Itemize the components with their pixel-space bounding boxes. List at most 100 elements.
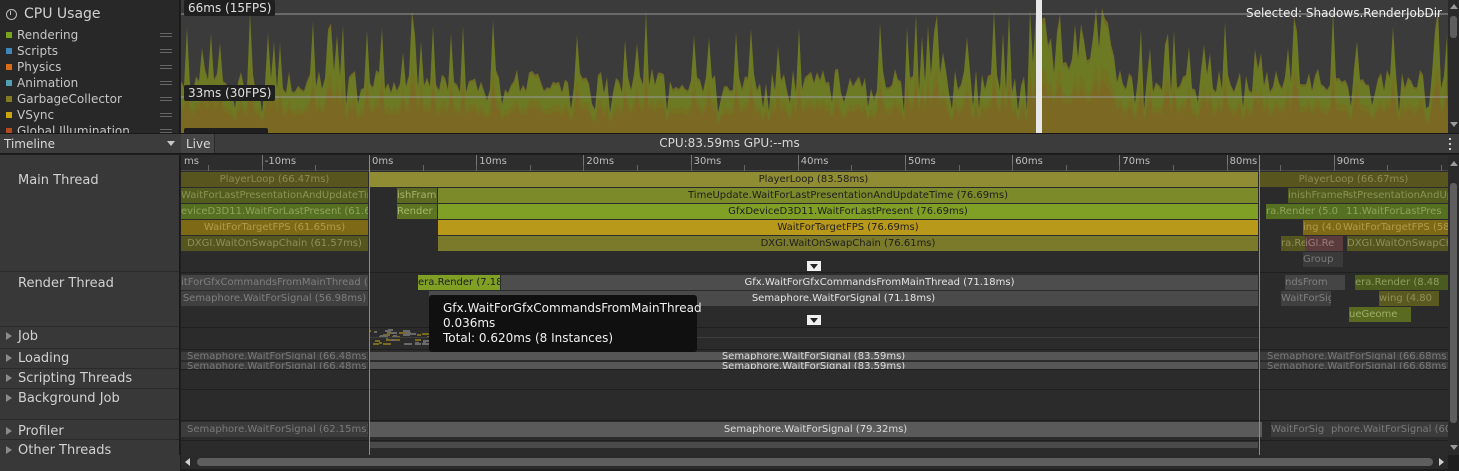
sample-bar-timeupdate[interactable]: TimeUpdate.WaitForLastPresentationAndUpd… — [438, 188, 1258, 203]
scroll-left-icon[interactable] — [185, 458, 190, 466]
legend-item-animation[interactable]: Animation — [6, 75, 176, 91]
more-options-icon[interactable] — [1447, 137, 1453, 151]
drag-handle-icon[interactable] — [160, 33, 172, 37]
sample-bar-drawing-next[interactable]: wing (4.80 — [1379, 291, 1439, 306]
job-sample[interactable] — [374, 331, 377, 333]
sample-bar-loading-prev-2[interactable]: Semaphore.WaitForSignal (66.48ms) — [181, 362, 368, 369]
drag-handle-icon[interactable] — [160, 49, 172, 53]
job-sample[interactable] — [405, 332, 411, 334]
job-sample[interactable] — [373, 343, 379, 345]
legend-item-physics[interactable]: Physics — [6, 59, 176, 75]
sample-bar-swapchain-prev[interactable]: DXGI.WaitOnSwapChain (61.57ms) — [181, 236, 368, 251]
sample-bar-timeupdate-next[interactable]: stPresentationAndUpd — [1348, 188, 1448, 203]
job-sample[interactable] — [386, 339, 391, 341]
drag-handle-icon[interactable] — [160, 113, 172, 117]
thread-main[interactable]: Main Thread — [0, 155, 179, 272]
expand-arrow-icon[interactable] — [6, 427, 12, 435]
scrollbar-thumb[interactable] — [1450, 183, 1457, 423]
drag-handle-icon[interactable] — [160, 81, 172, 85]
chart-vertical-scrollbar[interactable] — [1448, 0, 1459, 133]
job-sample[interactable] — [417, 334, 421, 336]
sample-bar-gfxdevice[interactable]: GfxDeviceD3D11.WaitForLastPresent (76.69… — [438, 204, 1258, 219]
expand-samples-icon[interactable] — [807, 315, 821, 325]
scroll-down-icon[interactable] — [1450, 122, 1458, 127]
job-sample[interactable] — [383, 343, 391, 345]
drag-handle-icon[interactable] — [160, 97, 172, 101]
expand-arrow-icon[interactable] — [6, 446, 12, 454]
thread-other[interactable]: Other Threads — [0, 440, 179, 455]
sample-bar-profiler-next-2[interactable]: phore.WaitForSignal (60.5 — [1331, 422, 1448, 437]
sample-bar-targetfps-next[interactable]: WaitForTargetFPS (58.02 — [1343, 220, 1448, 235]
sample-bar-camera-render-next[interactable]: era.Render (8.48 — [1355, 275, 1448, 290]
sample-bar-swapchain-next[interactable]: DXGI.WaitOnSwapChain (57 — [1347, 236, 1448, 251]
sample-bar-finishframe-next[interactable]: inishFrameRe — [1288, 188, 1348, 203]
job-sample[interactable] — [415, 342, 419, 344]
scrollbar-thumb[interactable] — [1450, 16, 1457, 38]
sample-bar-loading[interactable]: Semaphore.WaitForSignal (83.59ms) — [369, 352, 1258, 360]
expand-arrow-icon[interactable] — [6, 394, 12, 402]
sample-bar-playerloop-next[interactable]: PlayerLoop (66.67ms) — [1259, 172, 1448, 187]
sample-bar-swapchain[interactable]: DXGI.WaitOnSwapChain (76.61ms) — [438, 236, 1258, 251]
sample-bar-semaphore-next[interactable]: WaitForSig — [1281, 291, 1331, 306]
sample-bar-profiler-prev[interactable]: Semaphore.WaitForSignal (62.15ms) — [181, 422, 368, 437]
sample-bar-timeupdate-prev[interactable]: WaitForLastPresentationAndUpdateTim — [181, 188, 368, 203]
job-sample[interactable] — [403, 330, 410, 332]
sample-bar-finishframe[interactable]: ishFrame — [397, 188, 437, 203]
job-sample[interactable] — [403, 334, 410, 336]
time-ruler[interactable]: ms -10ms 0ms 10ms 20ms 30ms 40ms 50ms 60ms 70ms 80… — [181, 155, 1448, 171]
scroll-down-icon[interactable] — [1450, 445, 1458, 450]
legend-title[interactable]: CPU Usage — [4, 5, 101, 23]
view-mode-dropdown[interactable]: Timeline — [0, 134, 180, 153]
sample-bar-waitgfx-next[interactable]: ndsFrom — [1285, 275, 1345, 290]
sample-bar-queue-geometry[interactable]: ueGeome — [1349, 307, 1411, 322]
scroll-up-icon[interactable] — [1450, 161, 1458, 166]
job-sample[interactable] — [395, 339, 400, 341]
scroll-right-icon[interactable] — [1439, 458, 1444, 466]
expand-samples-icon[interactable] — [807, 261, 821, 271]
sample-bar-loading-2[interactable]: Semaphore.WaitForSignal (83.59ms) — [369, 362, 1258, 369]
thread-job[interactable]: Job — [0, 327, 179, 349]
sample-bar-playerloop-prev[interactable]: PlayerLoop (66.47ms) — [181, 172, 368, 187]
sample-bar-gfxdevice-prev[interactable]: eviceD3D11.WaitForLastPresent (61.6 — [181, 204, 368, 219]
thread-profiler[interactable]: Profiler — [0, 420, 179, 440]
thread-loading[interactable]: Loading — [0, 349, 179, 369]
sample-bar-render-next[interactable]: ra.Render (5.0 — [1266, 204, 1346, 219]
sample-bar-waitgfx[interactable]: Gfx.WaitForGfxCommandsFromMainThread (71… — [501, 275, 1258, 290]
live-button[interactable]: Live — [181, 134, 215, 153]
legend-item-scripts[interactable]: Scripts — [6, 43, 176, 59]
job-sample[interactable] — [415, 339, 421, 341]
timeline-horizontal-scrollbar[interactable] — [181, 455, 1448, 469]
other-threads-strip[interactable] — [369, 442, 1258, 448]
expand-arrow-icon[interactable] — [6, 374, 12, 382]
sample-bar-group[interactable]: Group — [1303, 252, 1343, 267]
job-sample[interactable] — [422, 333, 429, 335]
sample-bar-gi-render-next[interactable]: iGI.Re — [1305, 236, 1343, 251]
job-sample[interactable] — [399, 332, 405, 334]
expand-arrow-icon[interactable] — [6, 354, 12, 362]
sample-bar-targetfps[interactable]: WaitForTargetFPS (76.69ms) — [438, 220, 1258, 235]
legend-item-rendering[interactable]: Rendering — [6, 27, 176, 43]
sample-bar-targetfps-prev[interactable]: WaitForTargetFPS (61.65ms) — [181, 220, 368, 235]
sample-bar-camera-render[interactable]: era.Render (7.18 — [418, 275, 500, 290]
expand-arrow-icon[interactable] — [6, 332, 12, 340]
sample-bar-loading-next[interactable]: Semaphore.WaitForSignal (66.68ms) — [1259, 352, 1448, 360]
sample-bar-profiler-next[interactable]: WaitForSig — [1271, 422, 1331, 437]
scroll-up-icon[interactable] — [1450, 4, 1458, 9]
sample-bar-profiler[interactable]: Semaphore.WaitForSignal (79.32ms) — [369, 422, 1262, 437]
sample-bar-camera-render-next[interactable]: ra.Render — [1281, 236, 1305, 251]
sample-bar-loading-prev[interactable]: Semaphore.WaitForSignal (66.48ms) — [181, 352, 368, 360]
timeline-view[interactable]: ms -10ms 0ms 10ms 20ms 30ms 40ms 50ms 60ms 70ms 80… — [181, 155, 1448, 455]
job-sample[interactable] — [422, 343, 425, 345]
legend-item-garbagecollector[interactable]: GarbageCollector — [6, 91, 176, 107]
scrollbar-thumb[interactable] — [197, 458, 1433, 466]
job-sample[interactable] — [379, 342, 382, 344]
thread-render[interactable]: Render Thread — [0, 272, 179, 327]
drag-handle-icon[interactable] — [160, 65, 172, 69]
job-sample[interactable] — [385, 330, 391, 332]
sample-bar-waitgfx-prev[interactable]: itForGfxCommandsFromMainThread (56 — [181, 275, 368, 290]
job-sample[interactable] — [407, 343, 409, 345]
sample-bar-loading-next-2[interactable]: Semaphore.WaitForSignal (66.68ms) — [1259, 362, 1448, 369]
legend-item-global-illumination[interactable]: Global Illumination — [6, 123, 176, 133]
sample-bar-semaphore-prev[interactable]: Semaphore.WaitForSignal (56.98ms) — [181, 291, 368, 306]
job-sample[interactable] — [387, 332, 390, 334]
